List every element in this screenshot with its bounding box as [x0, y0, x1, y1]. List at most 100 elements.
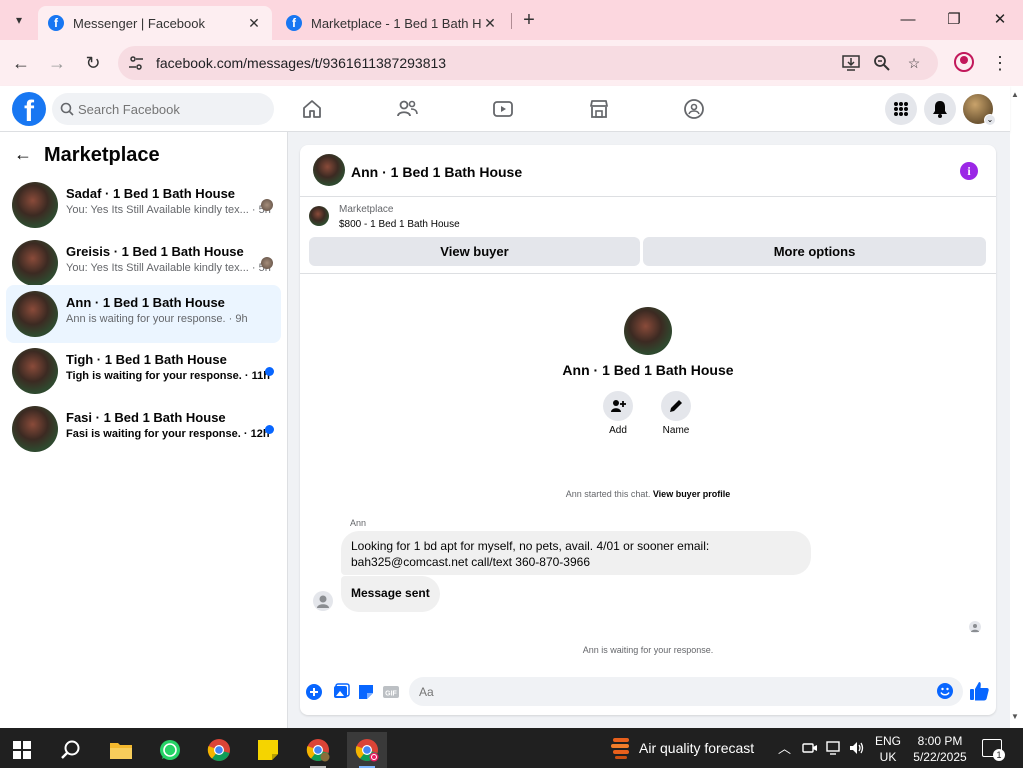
- listing-price: $800 - 1 Bed 1 Bath House: [339, 219, 460, 230]
- notifications-button[interactable]: [924, 93, 956, 125]
- home-icon[interactable]: [300, 97, 324, 121]
- chat-started-text: Ann started this chat.: [565, 489, 651, 499]
- taskbar-search-icon[interactable]: [51, 732, 91, 768]
- seen-indicator: [969, 621, 981, 633]
- back-arrow-icon[interactable]: ←: [14, 144, 36, 166]
- friends-icon[interactable]: [395, 97, 419, 121]
- emoji-icon[interactable]: [937, 683, 953, 699]
- facebook-favicon-icon: f: [286, 15, 302, 31]
- tab-search-chevron-icon[interactable]: ▾: [6, 8, 32, 32]
- message-input[interactable]: [409, 677, 963, 706]
- forward-arrow-icon[interactable]: →: [45, 51, 69, 75]
- chat-title[interactable]: Ann · 1 Bed 1 Bath House: [351, 164, 522, 180]
- meet-camera-icon[interactable]: [802, 740, 818, 756]
- conversation-item[interactable]: Fasi · 1 Bed 1 Bath House Fasi is waitin…: [6, 400, 281, 458]
- menu-grid-button[interactable]: [885, 93, 917, 125]
- tray-chevron-up-icon[interactable]: ︿: [778, 738, 791, 757]
- bookmark-star-icon[interactable]: ☆: [903, 52, 925, 74]
- sender-name: Ann: [350, 518, 367, 528]
- info-icon[interactable]: i: [960, 162, 978, 180]
- name-label: Name: [662, 425, 690, 436]
- minimize-icon[interactable]: —: [896, 8, 920, 32]
- unread-dot: [265, 367, 274, 376]
- chrome-active-icon[interactable]: [347, 732, 387, 768]
- conversation-name: Fasi · 1 Bed 1 Bath House: [66, 410, 226, 425]
- browser-toolbar: ← → ↻ facebook.com/messages/t/9361611387…: [0, 40, 1023, 86]
- reload-icon[interactable]: ↻: [81, 51, 105, 75]
- conversation-item[interactable]: Greisis · 1 Bed 1 Bath House You: Yes It…: [6, 234, 281, 292]
- conversation-preview: Fasi is waiting for your response. · 12h: [66, 428, 270, 440]
- install-app-icon[interactable]: [840, 52, 862, 74]
- name-button[interactable]: [661, 391, 691, 421]
- tab-close-icon[interactable]: ✕: [246, 15, 262, 32]
- listing-avatar: [12, 182, 58, 228]
- plus-circle-icon[interactable]: [305, 683, 323, 701]
- chrome-icon[interactable]: [199, 732, 239, 768]
- view-buyer-profile-link[interactable]: View buyer profile: [653, 489, 730, 499]
- chat-header: Ann · 1 Bed 1 Bath House i: [300, 145, 996, 197]
- listing-label: Marketplace: [339, 204, 394, 215]
- browser-tab-strip: ▾ f Messenger | Facebook ✕ f Marketplace…: [0, 0, 1023, 40]
- file-explorer-icon[interactable]: [101, 732, 141, 768]
- person-icon: [317, 595, 329, 608]
- marketplace-icon[interactable]: [587, 97, 611, 121]
- search-input[interactable]: [52, 93, 274, 125]
- bell-icon: [933, 101, 947, 118]
- windows-start-icon[interactable]: [2, 732, 42, 768]
- chat-avatar[interactable]: [313, 154, 345, 186]
- conversation-preview: You: Yes Its Still Available kindly tex.…: [66, 262, 271, 274]
- conversation-item[interactable]: Tigh · 1 Bed 1 Bath House Tigh is waitin…: [6, 342, 281, 400]
- photo-icon[interactable]: [332, 683, 350, 701]
- conversation-item-selected[interactable]: Ann · 1 Bed 1 Bath House Ann is waiting …: [6, 285, 281, 343]
- chrome-profile-icon[interactable]: [298, 732, 338, 768]
- tab-title: Marketplace - 1 Bed 1 Bath Hou: [311, 15, 482, 31]
- thumbs-up-icon[interactable]: [968, 680, 990, 702]
- groups-icon[interactable]: [682, 97, 706, 121]
- listing-avatar: [12, 291, 58, 337]
- back-arrow-icon[interactable]: ←: [9, 51, 33, 75]
- site-info-icon[interactable]: [128, 55, 144, 71]
- seen-avatar: [261, 257, 273, 269]
- scroll-down-arrow-icon[interactable]: ▼: [1011, 712, 1021, 722]
- language-indicator[interactable]: ENG UK: [875, 733, 901, 765]
- add-button[interactable]: [603, 391, 633, 421]
- more-options-button[interactable]: More options: [643, 237, 986, 266]
- network-icon[interactable]: [826, 740, 842, 756]
- listing-thumbnail: [309, 206, 329, 226]
- sidebar-title: Marketplace: [44, 144, 160, 166]
- close-window-icon[interactable]: ✕: [988, 8, 1012, 32]
- scroll-up-arrow-icon[interactable]: ▲: [1011, 90, 1021, 100]
- tab-messenger[interactable]: f Messenger | Facebook ✕: [38, 6, 272, 40]
- account-chevron-down-icon[interactable]: ⌄: [984, 114, 996, 126]
- listing-avatar: [12, 406, 58, 452]
- weather-widget-text[interactable]: Air quality forecast: [639, 740, 754, 756]
- new-tab-plus-icon[interactable]: +: [518, 9, 540, 31]
- language-code: ENG: [875, 734, 902, 748]
- tab-separator: [511, 13, 512, 29]
- chat-started-notice: Ann started this chat. View buyer profil…: [300, 489, 996, 499]
- conversation-item[interactable]: Sadaf · 1 Bed 1 Bath House You: Yes Its …: [6, 176, 281, 234]
- view-buyer-button[interactable]: View buyer: [309, 237, 640, 266]
- browser-menu-icon[interactable]: ⋮: [990, 52, 1010, 74]
- profile-name: Ann · 1 Bed 1 Bath House: [562, 362, 734, 378]
- volume-icon[interactable]: [849, 740, 865, 756]
- profile-avatar: [624, 307, 672, 355]
- facebook-logo-icon[interactable]: f: [12, 92, 46, 126]
- browser-profile-icon[interactable]: [954, 52, 974, 72]
- address-bar[interactable]: facebook.com/messages/t/9361611387293813…: [118, 46, 938, 80]
- header-divider: [300, 273, 996, 274]
- whatsapp-icon[interactable]: [150, 732, 190, 768]
- system-clock[interactable]: 8:00 PM 5/22/2025: [912, 733, 968, 765]
- video-icon[interactable]: [491, 97, 515, 121]
- tab-close-icon[interactable]: ✕: [482, 15, 498, 32]
- sticker-icon[interactable]: [357, 683, 375, 701]
- restore-icon[interactable]: ❐: [942, 8, 966, 32]
- zoom-icon[interactable]: [871, 52, 893, 74]
- sticky-notes-icon[interactable]: [248, 732, 288, 768]
- conversation-name: Ann · 1 Bed 1 Bath House: [66, 295, 225, 310]
- grid-icon: [894, 102, 908, 116]
- air-quality-icon[interactable]: [610, 736, 632, 760]
- gif-icon[interactable]: GIF: [382, 683, 400, 701]
- chat-card: Ann · 1 Bed 1 Bath House i Marketplace $…: [300, 145, 996, 715]
- tab-marketplace[interactable]: f Marketplace - 1 Bed 1 Bath Hou ✕: [276, 6, 508, 40]
